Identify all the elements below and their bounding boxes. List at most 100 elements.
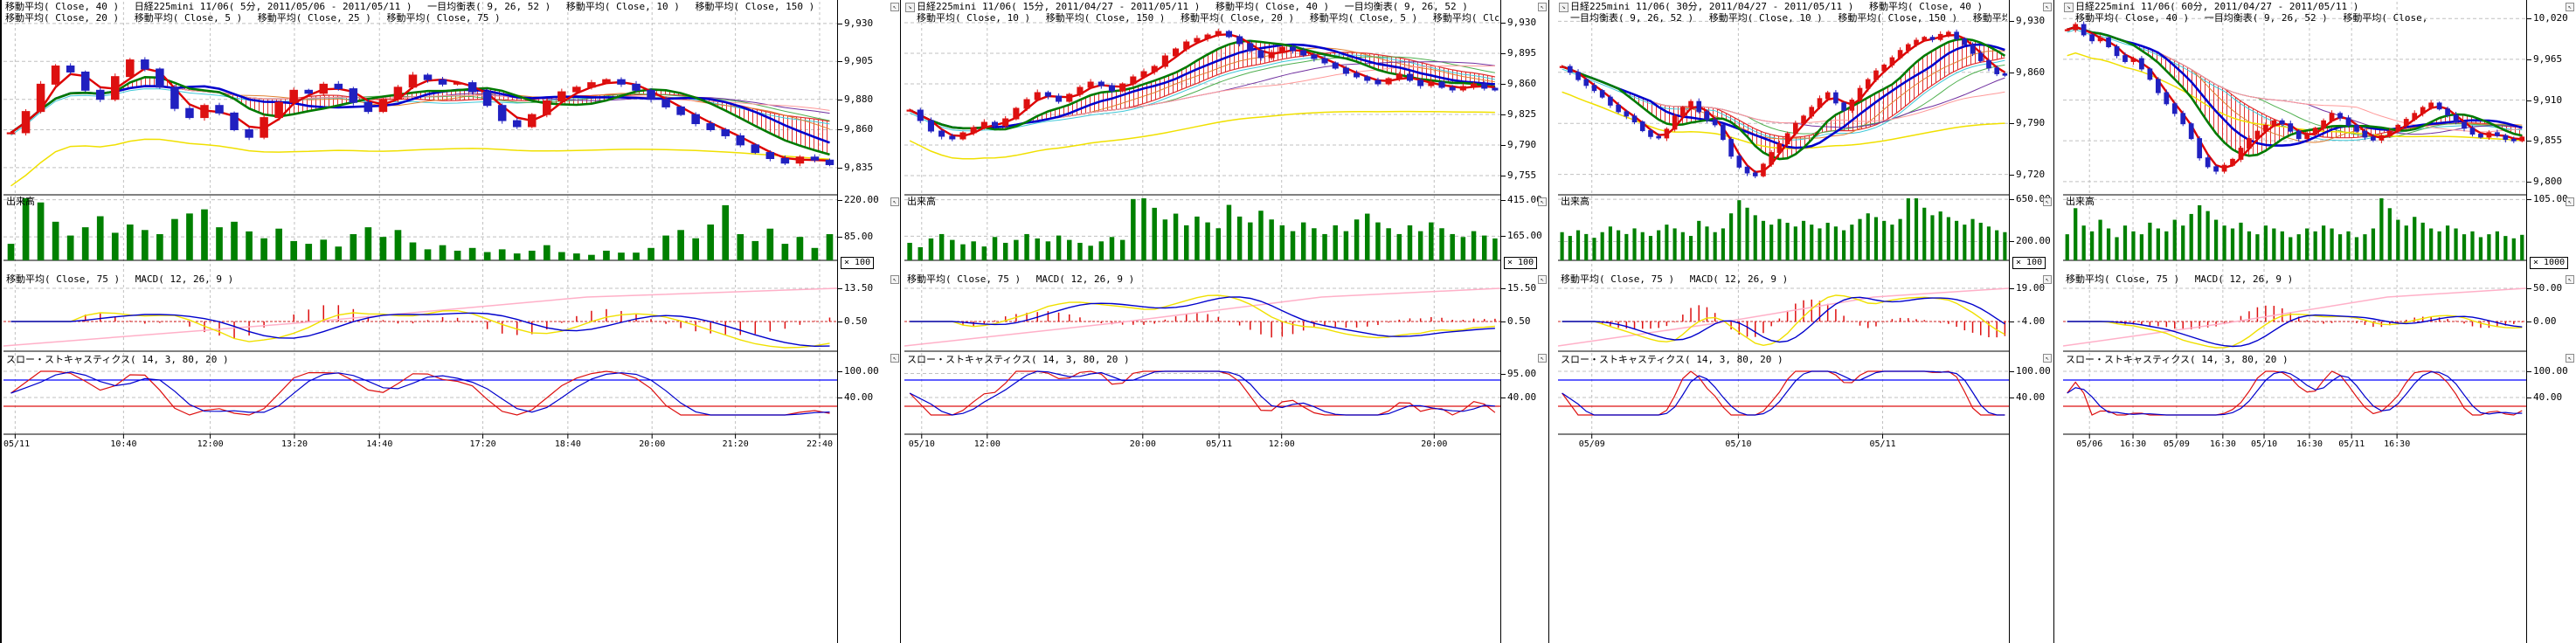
y-axis-label: 9,910 xyxy=(2533,95,2562,106)
volume-pane-label: 出来高 xyxy=(6,197,35,207)
macd-pane-label: 移動平均( Close, 75 ) MACD( 12, 26, 9 ) xyxy=(6,274,233,285)
y-axis-label: 9,965 xyxy=(2533,54,2562,65)
volume-scale-badge: × 100 xyxy=(841,257,874,269)
panel-header-line2: 一目均衡表( 9, 26, 52 ) 移動平均( Close, 10 ) 移動平… xyxy=(1570,13,2007,24)
y-axis-label: 415.00 xyxy=(1507,195,1542,205)
panel-header-line2: 移動平均( Close, 40 ) 一目均衡表( 9, 26, 52 ) 移動平… xyxy=(2075,13,2427,24)
pane-expand-icon[interactable]: ↖ xyxy=(890,3,899,11)
time-axis-label: 05/09 xyxy=(2164,439,2190,449)
y-axis-label: 9,880 xyxy=(844,94,873,105)
time-axis-label: 16:30 xyxy=(2296,439,2323,449)
y-axis-label: 9,930 xyxy=(2016,16,2045,26)
y-axis-column: 10,0209,9659,9109,8559,800105.0050.000.0… xyxy=(2526,0,2576,643)
panel-header-line1: 日経225mini 11/06( 15分, 2011/04/27 - 2011/… xyxy=(917,2,1468,12)
y-axis-label: 15.50 xyxy=(1507,283,1536,294)
pane-expand-icon[interactable]: ↖ xyxy=(890,354,899,363)
y-axis-label: 9,905 xyxy=(844,56,873,66)
pane-expand-icon[interactable]: ↖ xyxy=(1538,197,1547,206)
y-axis-label: 220.00 xyxy=(844,195,879,205)
y-axis-label: 9,790 xyxy=(1507,140,1536,150)
time-axis-label: 05/11 xyxy=(3,439,30,449)
pane-expand-icon[interactable]: ↖ xyxy=(2566,3,2574,11)
pane-expand-icon[interactable]: ↖ xyxy=(890,275,899,284)
y-axis-label: 9,720 xyxy=(2016,169,2045,180)
pane-expand-icon[interactable]: ↖ xyxy=(1538,3,1547,11)
chart-panel-5min: 移動平均( Close, 40 ) 日経225mini 11/06( 5分, 2… xyxy=(0,0,900,643)
pane-expand-icon[interactable]: ↖ xyxy=(2043,197,2052,206)
y-axis-label: 9,930 xyxy=(1507,17,1536,28)
pane-expand-icon[interactable]: ↖ xyxy=(2043,3,2052,11)
time-axis-label: 12:00 xyxy=(197,439,224,449)
y-axis-label: 40.00 xyxy=(844,392,873,403)
panel-header-line2: 移動平均( Close, 10 ) 移動平均( Close, 150 ) 移動平… xyxy=(917,13,1499,24)
y-axis-label: 85.00 xyxy=(844,232,873,242)
time-axis-label: 14:40 xyxy=(366,439,392,449)
time-axis-label: 22:40 xyxy=(807,439,833,449)
time-axis-label: 05/09 xyxy=(1579,439,1605,449)
time-axis-label: 05/10 xyxy=(2251,439,2277,449)
panel-menu-icon[interactable]: ↘ xyxy=(2064,3,2074,12)
stoch-pane-label: スロー・ストキャスティクス( 14, 3, 80, 20 ) xyxy=(2066,355,2289,365)
macd-pane-label: 移動平均( Close, 75 ) MACD( 12, 26, 9 ) xyxy=(1561,274,1788,285)
pane-expand-icon[interactable]: ↖ xyxy=(1538,354,1547,363)
y-axis-label: 10,020 xyxy=(2533,13,2568,24)
panel-menu-icon[interactable]: ↘ xyxy=(1559,3,1568,12)
y-axis-label: 40.00 xyxy=(2016,392,2045,403)
y-axis-label: 100.00 xyxy=(2016,366,2051,377)
time-axis-label: 16:30 xyxy=(2120,439,2146,449)
time-axis-label: 20:00 xyxy=(639,439,665,449)
chart-workspace: 移動平均( Close, 40 ) 日経225mini 11/06( 5分, 2… xyxy=(0,0,2576,643)
pane-expand-icon[interactable]: ↖ xyxy=(1538,275,1547,284)
chart-panel-60min: ↘ 日経225mini 11/06( 60分, 2011/04/27 - 201… xyxy=(2053,0,2576,643)
time-axis-label: 13:20 xyxy=(281,439,308,449)
y-axis-label: 9,755 xyxy=(1507,170,1536,181)
y-axis-label: 105.00 xyxy=(2533,194,2568,204)
pane-expand-icon[interactable]: ↖ xyxy=(2566,197,2574,206)
y-axis-column: 9,9309,8609,7909,720650.00200.0019.00-4.… xyxy=(2009,0,2054,643)
y-axis-label: 0.50 xyxy=(1507,316,1531,327)
macd-pane-label: 移動平均( Close, 75 ) MACD( 12, 26, 9 ) xyxy=(2066,274,2293,285)
y-axis-column: 9,9309,8959,8609,8259,7909,755415.00165.… xyxy=(1500,0,1549,643)
time-axis-label: 21:20 xyxy=(723,439,749,449)
y-axis-label: 40.00 xyxy=(1507,392,1536,403)
y-axis-label: -4.00 xyxy=(2016,316,2045,327)
pane-expand-icon[interactable]: ↖ xyxy=(2043,275,2052,284)
pane-expand-icon[interactable]: ↖ xyxy=(2566,275,2574,284)
pane-expand-icon[interactable]: ↖ xyxy=(890,197,899,206)
pane-expand-icon[interactable]: ↖ xyxy=(2566,354,2574,363)
y-axis-label: 9,835 xyxy=(844,162,873,173)
time-axis-label: 16:30 xyxy=(2210,439,2236,449)
stoch-pane-label: スロー・ストキャスティクス( 14, 3, 80, 20 ) xyxy=(1561,355,1783,365)
y-axis-label: 200.00 xyxy=(2016,236,2051,246)
chart-panel-30min: ↘ 日経225mini 11/06( 30分, 2011/04/27 - 201… xyxy=(1548,0,2053,643)
panel-menu-icon[interactable]: ↘ xyxy=(905,3,915,12)
y-axis-label: 95.00 xyxy=(1507,369,1536,379)
panel-30min-chart-canvas[interactable] xyxy=(1558,0,2009,454)
time-axis-label: 12:00 xyxy=(974,439,1001,449)
time-axis-label: 05/11 xyxy=(1870,439,1896,449)
time-axis-label: 05/11 xyxy=(2338,439,2365,449)
panel-60min-chart-canvas[interactable] xyxy=(2063,0,2526,454)
panel-header-line1: 日経225mini 11/06( 60分, 2011/04/27 - 2011/… xyxy=(2075,2,2358,12)
time-axis-label: 17:20 xyxy=(470,439,496,449)
time-axis-label: 12:00 xyxy=(1269,439,1295,449)
y-axis-label: 9,825 xyxy=(1507,109,1536,120)
panel-5min-chart-canvas[interactable] xyxy=(3,0,837,454)
y-axis-label: 9,800 xyxy=(2533,176,2562,187)
y-axis-label: 9,930 xyxy=(844,18,873,29)
pane-expand-icon[interactable]: ↖ xyxy=(2043,354,2052,363)
y-axis-label: 50.00 xyxy=(2533,283,2562,294)
y-axis-label: 0.50 xyxy=(844,316,868,327)
panel-15min-chart-canvas[interactable] xyxy=(904,0,1500,454)
time-axis-label: 20:00 xyxy=(1130,439,1156,449)
time-axis-label: 05/06 xyxy=(2076,439,2102,449)
y-axis-label: 9,855 xyxy=(2533,135,2562,146)
y-axis-label: 40.00 xyxy=(2533,392,2562,403)
volume-scale-badge: × 100 xyxy=(1504,257,1537,269)
time-axis-label: 10:40 xyxy=(110,439,136,449)
volume-pane-label: 出来高 xyxy=(2066,197,2095,207)
y-axis-label: 9,860 xyxy=(1507,79,1536,89)
panel-header-line1: 移動平均( Close, 40 ) 日経225mini 11/06( 5分, 2… xyxy=(5,2,814,12)
y-axis-column: 9,9309,9059,8809,8609,835220.0085.0013.5… xyxy=(837,0,902,643)
time-axis-label: 05/10 xyxy=(909,439,935,449)
